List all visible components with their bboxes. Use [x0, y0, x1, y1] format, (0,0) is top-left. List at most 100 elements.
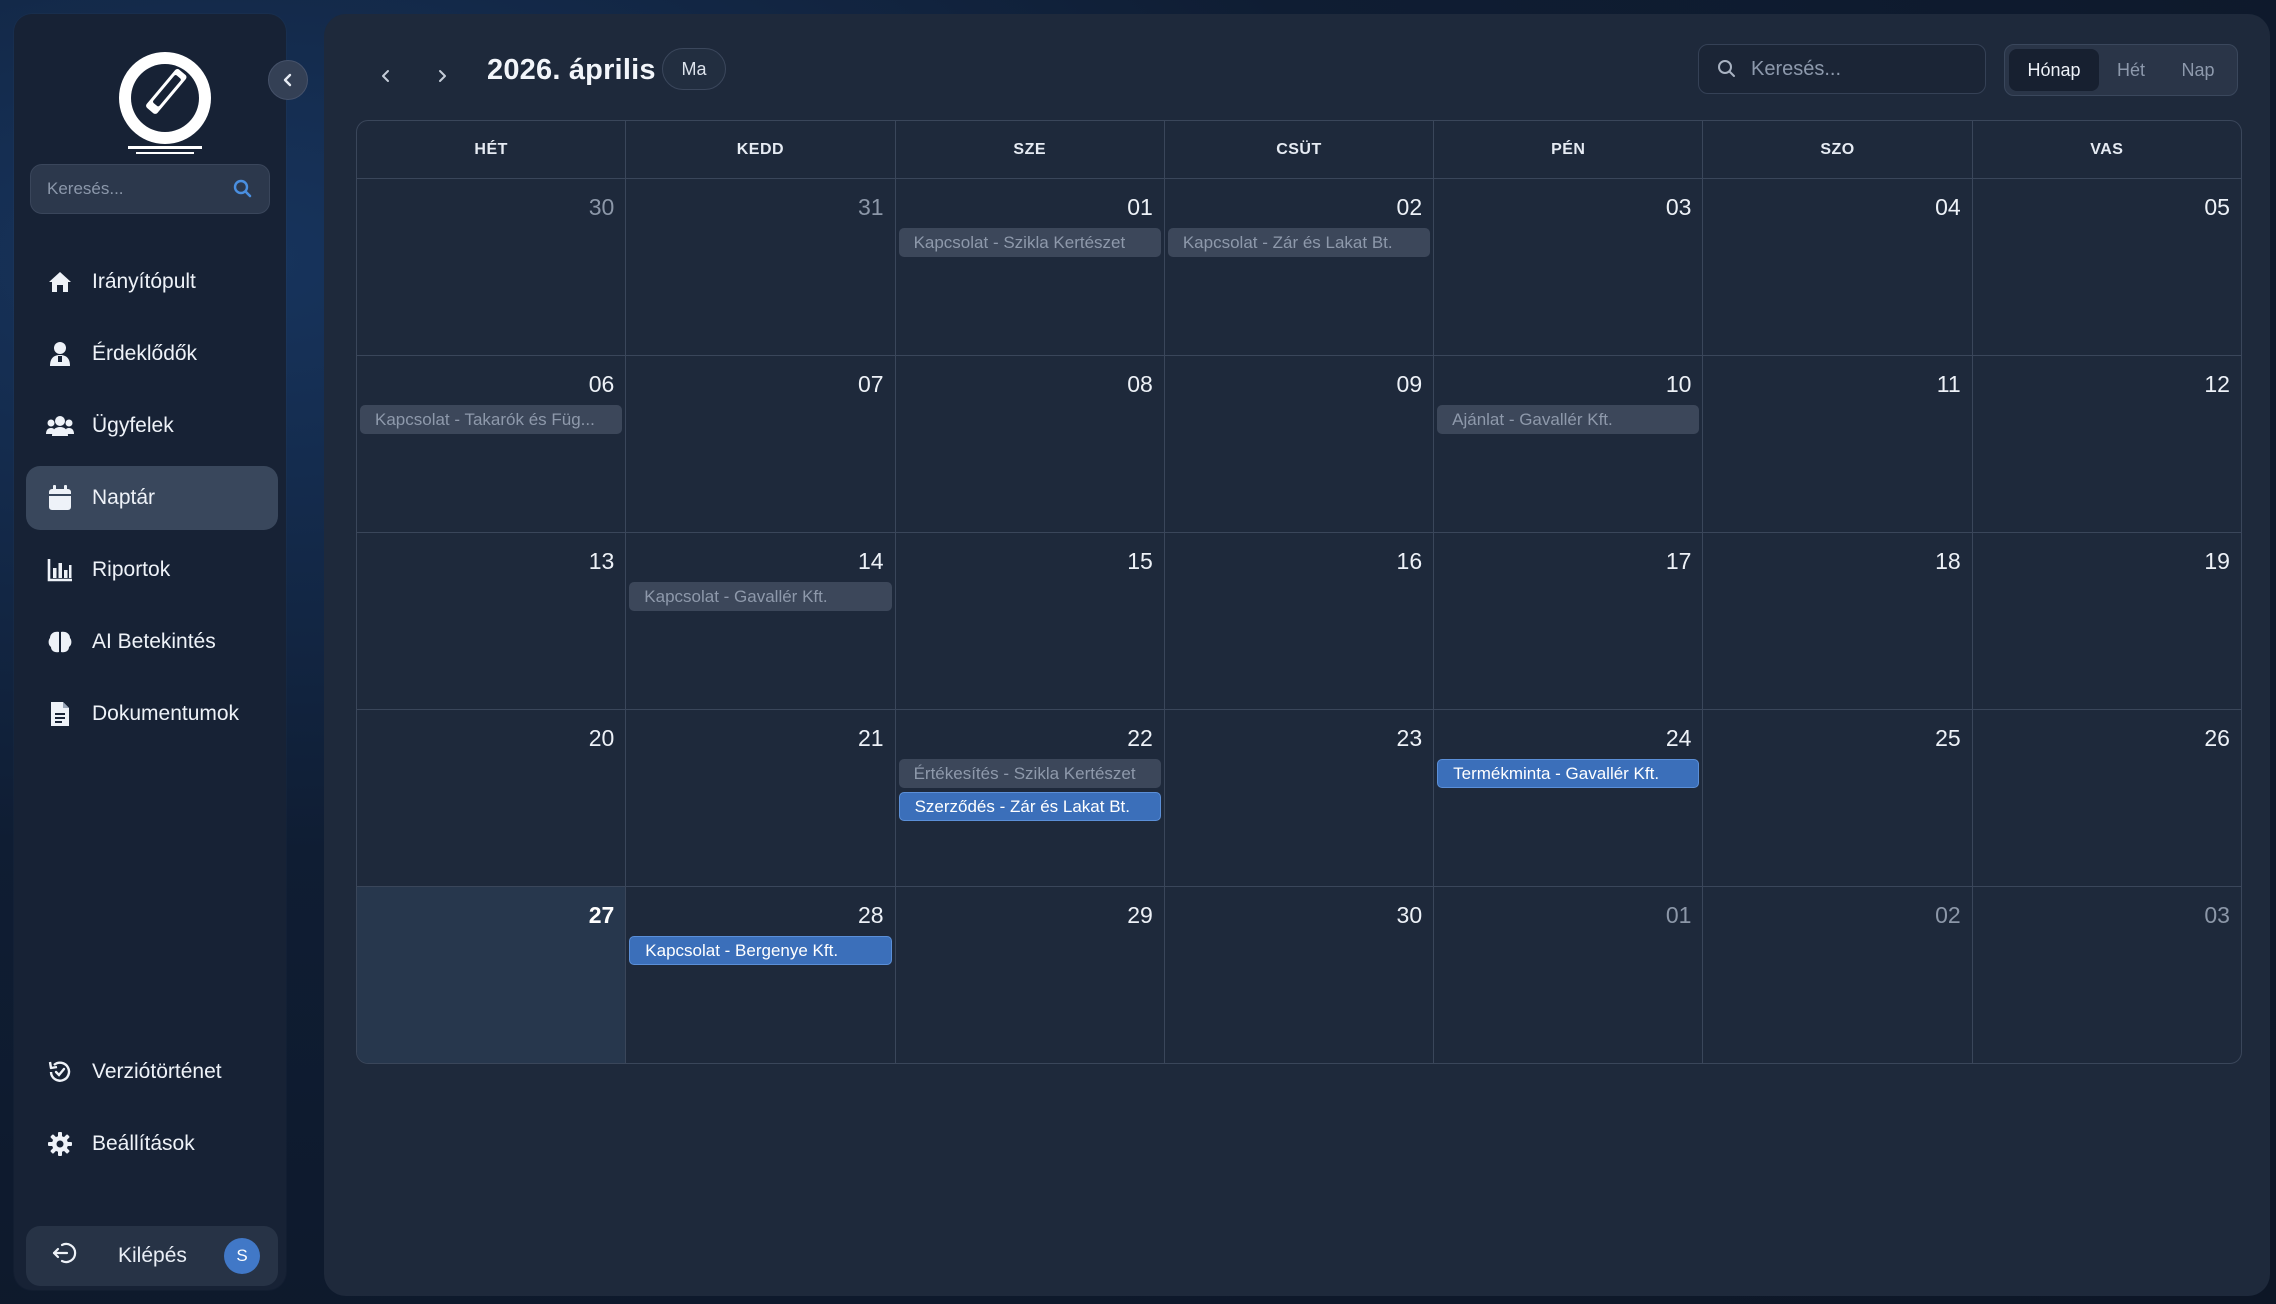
- app-logo[interactable]: [100, 38, 230, 168]
- sidebar-search-input[interactable]: Keresés...: [30, 164, 270, 214]
- sidebar-item-reports[interactable]: Riportok: [26, 538, 278, 602]
- sidebar: Keresés... Irányítópult Érdeklődők Ügyfe…: [14, 14, 308, 1290]
- logout-button[interactable]: Kilépés S: [26, 1226, 278, 1286]
- brain-icon: [46, 628, 74, 656]
- day-cell[interactable]: 14 Kapcsolat - Gavallér Kft.: [626, 533, 896, 709]
- day-cell[interactable]: 12: [1973, 356, 2241, 532]
- today-button[interactable]: Ma: [662, 48, 726, 90]
- day-cell[interactable]: 19: [1973, 533, 2241, 709]
- month-grid: HÉT KEDD SZE CSÜT PÉN SZO VAS 30 31 01 Kapc…: [356, 120, 2242, 1064]
- day-number: 11: [1936, 371, 1961, 397]
- day-cell[interactable]: 17: [1434, 533, 1704, 709]
- collapse-sidebar-button[interactable]: [268, 60, 308, 100]
- week-row: 30 31 01 Kapcsolat - Szikla Kertészet 02 Kapc…: [357, 179, 2241, 356]
- view-week-button[interactable]: Hét: [2099, 49, 2163, 91]
- bar-chart-icon: [46, 556, 74, 584]
- day-cell[interactable]: 13: [357, 533, 627, 709]
- sidebar-item-leads[interactable]: Érdeklődők: [26, 322, 278, 386]
- sidebar-item-label: Dokumentumok: [92, 702, 240, 725]
- calendar-event[interactable]: Termékminta - Gavallér Kft.: [1437, 759, 1700, 788]
- event-title: Kapcsolat - Szikla Kertészet: [913, 232, 1126, 252]
- week-row: 20 21 22 Értékesítés - Szikla Kertészet Szer…: [357, 710, 2241, 887]
- week-row: 13 14 Kapcsolat - Gavallér Kft. 15 16 17 18 19: [357, 533, 2241, 710]
- day-cell[interactable]: 11: [1703, 356, 1973, 532]
- day-cell[interactable]: 29: [896, 887, 1165, 1063]
- day-cell[interactable]: 01 Kapcsolat - Szikla Kertészet: [896, 179, 1165, 355]
- day-number: 15: [1127, 548, 1153, 574]
- event-list: Ajánlat - Gavallér Kft.: [1437, 405, 1700, 438]
- day-number: 21: [857, 725, 884, 751]
- calendar-event[interactable]: Szerződés - Zár és Lakat Bt.: [898, 792, 1161, 821]
- sidebar-item-settings[interactable]: Beállítások: [26, 1112, 278, 1176]
- calendar-event[interactable]: Kapcsolat - Takarók és Füg...: [360, 405, 623, 434]
- day-cell[interactable]: 07: [626, 356, 896, 532]
- view-switcher: Hónap Hét Nap: [2004, 44, 2238, 96]
- day-cell[interactable]: 16: [1165, 533, 1435, 709]
- calendar-icon: [46, 484, 74, 512]
- day-number: 05: [2204, 194, 2230, 220]
- calendar-event[interactable]: Kapcsolat - Zár és Lakat Bt.: [1167, 228, 1431, 257]
- day-cell[interactable]: 21: [626, 710, 896, 886]
- day-cell[interactable]: 25: [1703, 710, 1973, 886]
- sidebar-item-clients[interactable]: Ügyfelek: [26, 394, 278, 458]
- calendar-panel: 2026. április Ma Keresés... Hónap Hét Na…: [324, 14, 2270, 1296]
- calendar-event[interactable]: Értékesítés - Szikla Kertészet: [898, 759, 1161, 788]
- day-cell[interactable]: 31: [626, 179, 896, 355]
- calendar-event[interactable]: Kapcsolat - Gavallér Kft.: [629, 582, 892, 611]
- day-cell[interactable]: 20: [357, 710, 627, 886]
- day-cell[interactable]: 26: [1973, 710, 2241, 886]
- day-cell[interactable]: 02 Kapcsolat - Zár és Lakat Bt.: [1165, 179, 1435, 355]
- day-number: 13: [588, 548, 615, 574]
- day-cell[interactable]: 09: [1165, 356, 1435, 532]
- event-list: Kapcsolat - Szikla Kertészet: [898, 228, 1161, 261]
- calendar-event[interactable]: Kapcsolat - Szikla Kertészet: [898, 228, 1161, 257]
- day-number: 19: [2204, 548, 2230, 574]
- weekday-header: PÉN: [1434, 121, 1704, 178]
- search-placeholder[interactable]: Keresés...: [1751, 58, 1841, 81]
- weekday-header: SZO: [1703, 121, 1973, 178]
- prev-month-button[interactable]: [368, 58, 404, 94]
- day-cell-today[interactable]: 27: [357, 887, 627, 1063]
- day-cell[interactable]: 03: [1973, 887, 2241, 1063]
- day-cell[interactable]: 01: [1434, 887, 1704, 1063]
- calendar-event[interactable]: Ajánlat - Gavallér Kft.: [1437, 405, 1700, 434]
- sidebar-item-label: Érdeklődők: [92, 342, 198, 365]
- day-cell[interactable]: 05: [1973, 179, 2241, 355]
- sidebar-item-label: Irányítópult: [92, 270, 196, 293]
- logout-icon: [52, 1241, 78, 1271]
- day-cell[interactable]: 23: [1165, 710, 1435, 886]
- day-cell[interactable]: 03: [1434, 179, 1704, 355]
- sidebar-item-dashboard[interactable]: Irányítópult: [26, 250, 278, 314]
- event-title: Termékminta - Gavallér Kft.: [1453, 763, 1660, 783]
- avatar[interactable]: S: [224, 1238, 260, 1274]
- day-cell[interactable]: 06 Kapcsolat - Takarók és Füg...: [357, 356, 627, 532]
- day-cell[interactable]: 04: [1703, 179, 1973, 355]
- next-month-button[interactable]: [424, 58, 460, 94]
- day-number: 27: [588, 902, 615, 928]
- view-month-button[interactable]: Hónap: [2009, 49, 2099, 91]
- search-icon[interactable]: [233, 179, 253, 199]
- history-icon: [46, 1058, 74, 1086]
- gear-icon: [46, 1130, 74, 1158]
- lead-user-icon: [46, 340, 74, 368]
- sidebar-item-version-history[interactable]: Verziótörténet: [26, 1040, 278, 1104]
- day-cell[interactable]: 22 Értékesítés - Szikla Kertészet Szerződé…: [896, 710, 1165, 886]
- day-cell[interactable]: 18: [1703, 533, 1973, 709]
- calendar-event[interactable]: Kapcsolat - Bergenye Kft.: [629, 936, 892, 965]
- day-cell[interactable]: 30: [357, 179, 627, 355]
- day-cell[interactable]: 15: [896, 533, 1165, 709]
- search-input[interactable]: Keresés...: [1698, 44, 1986, 94]
- day-cell[interactable]: 10 Ajánlat - Gavallér Kft.: [1434, 356, 1704, 532]
- day-cell[interactable]: 08: [896, 356, 1165, 532]
- event-title: Ajánlat - Gavallér Kft.: [1452, 409, 1613, 429]
- day-cell[interactable]: 28 Kapcsolat - Bergenye Kft.: [626, 887, 896, 1063]
- sidebar-search-placeholder[interactable]: Keresés...: [47, 179, 233, 199]
- day-cell[interactable]: 24 Termékminta - Gavallér Kft.: [1434, 710, 1704, 886]
- weeks-container: 30 31 01 Kapcsolat - Szikla Kertészet 02 Kapc…: [357, 179, 2241, 1063]
- day-cell[interactable]: 02: [1703, 887, 1973, 1063]
- sidebar-item-calendar[interactable]: Naptár: [26, 466, 278, 530]
- sidebar-item-ai-insights[interactable]: AI Betekintés: [26, 610, 278, 674]
- view-day-button[interactable]: Nap: [2163, 49, 2233, 91]
- sidebar-item-documents[interactable]: Dokumentumok: [26, 682, 278, 746]
- day-cell[interactable]: 30: [1165, 887, 1435, 1063]
